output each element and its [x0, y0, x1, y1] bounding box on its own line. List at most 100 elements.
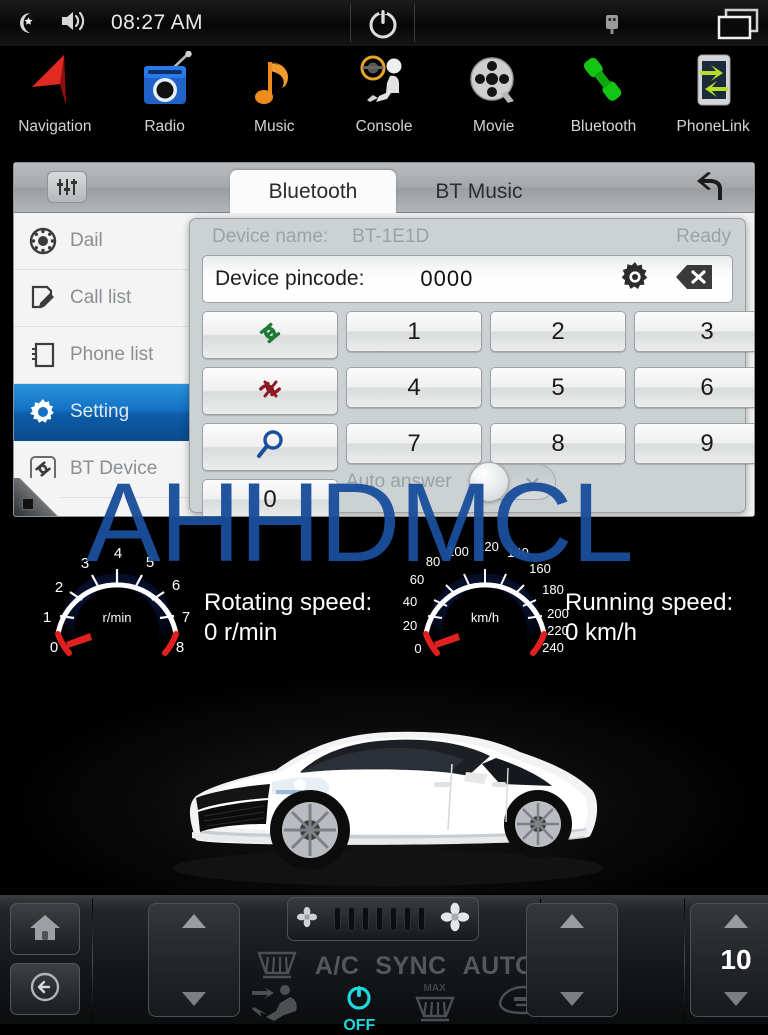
sync-button[interactable]: SYNC [375, 952, 446, 981]
airflow-icon[interactable] [250, 983, 306, 1028]
tab-label: Bluetooth [268, 179, 358, 203]
status-badge: Ready [676, 226, 731, 247]
back-circle-icon [28, 971, 62, 1008]
key-4[interactable]: 4 [346, 367, 482, 408]
app-console[interactable]: Console [329, 46, 439, 156]
fan-small-icon[interactable] [296, 906, 318, 933]
fan-level[interactable] [347, 907, 355, 931]
sidebar-item-setting[interactable]: Setting [14, 384, 194, 441]
sidebar-item-label: Setting [70, 401, 130, 422]
right-temp-rocker[interactable] [526, 903, 618, 1017]
sidebar-item-dail[interactable]: Dail [14, 213, 194, 270]
svg-text:60: 60 [410, 572, 424, 587]
app-navigation[interactable]: Navigation [0, 46, 110, 156]
music-note-icon [239, 50, 309, 112]
fan-level[interactable] [375, 907, 383, 931]
key-6[interactable]: 6 [634, 367, 754, 408]
fan-speed-bar[interactable] [287, 897, 479, 941]
sidebar-item-label: Dail [70, 230, 103, 251]
app-label: Navigation [18, 118, 92, 135]
sidebar-item-phone-list[interactable]: Phone list [14, 327, 194, 384]
app-movie[interactable]: Movie [439, 46, 549, 156]
svg-text:0: 0 [414, 641, 421, 656]
disconnect-button[interactable] [202, 367, 338, 415]
chevron-down-icon[interactable] [182, 992, 206, 1006]
fan-level-indicators[interactable] [333, 907, 425, 931]
power-icon[interactable] [362, 4, 404, 49]
search-button[interactable] [202, 423, 338, 471]
back-button[interactable] [10, 963, 80, 1015]
fan-large-icon[interactable] [440, 902, 470, 937]
device-name-label: Device name: [212, 226, 329, 247]
speedo-unit-label: km/h [471, 610, 499, 625]
backspace-icon[interactable] [674, 263, 714, 296]
running-speed-readout: Running speed: 0 km/h [565, 588, 733, 648]
app-music[interactable]: Music [219, 46, 329, 156]
back-arrow-icon[interactable] [692, 172, 734, 209]
fan-level[interactable] [389, 907, 397, 931]
rotating-speed-readout: Rotating speed: 0 r/min [204, 588, 372, 648]
key-1[interactable]: 1 [346, 311, 482, 352]
toggle-knob [468, 462, 509, 502]
svg-text:20: 20 [403, 618, 417, 633]
temperature-stepper[interactable]: 10 [690, 903, 768, 1017]
key-7[interactable]: 7 [346, 423, 482, 464]
fan-level[interactable] [333, 907, 341, 931]
bluetooth-panel: Bluetooth BT Music Dail Call list Phone … [13, 162, 755, 517]
volume-icon[interactable] [59, 8, 89, 39]
app-radio[interactable]: Radio [110, 46, 220, 156]
key-0[interactable]: 0 [202, 479, 338, 516]
ac-button[interactable]: A/C [315, 952, 360, 981]
sidebar-item-label: Phone list [70, 344, 154, 365]
svg-text:6: 6 [172, 577, 180, 594]
app-label: Music [254, 118, 295, 135]
chevron-up-icon[interactable] [560, 914, 584, 928]
device-name-value: BT-1E1D [352, 226, 430, 247]
sidebar-item-label: Call list [70, 287, 132, 308]
chevron-up-icon[interactable] [724, 914, 748, 928]
power-button[interactable]: OFF [343, 983, 375, 1035]
chevron-up-icon[interactable] [182, 914, 206, 928]
key-3[interactable]: 3 [634, 311, 754, 352]
key-9[interactable]: 9 [634, 423, 754, 464]
chevron-down-icon[interactable] [560, 992, 584, 1006]
app-bluetooth[interactable]: Bluetooth [549, 46, 659, 156]
gear-icon[interactable] [618, 260, 652, 299]
temperature-value: 10 [720, 944, 752, 975]
svg-text:140: 140 [507, 545, 529, 560]
window-icon[interactable] [716, 8, 760, 45]
app-label: Movie [473, 118, 515, 135]
sidebar-item-call-list[interactable]: Call list [14, 270, 194, 327]
key-5[interactable]: 5 [490, 367, 626, 408]
rotating-speed-label: Rotating speed: [204, 589, 373, 616]
connect-button[interactable] [202, 311, 338, 359]
app-phonelink[interactable]: PhoneLink [658, 46, 768, 156]
auto-answer-label: Auto answer [346, 471, 452, 492]
svg-text:5: 5 [146, 554, 154, 571]
chevron-down-icon[interactable] [724, 992, 748, 1006]
max-defrost-icon[interactable]: MAX [413, 983, 457, 1024]
fan-level[interactable] [361, 907, 369, 931]
pincode-value[interactable]: 0000 [420, 266, 473, 292]
tab-bt-music[interactable]: BT Music [404, 170, 554, 213]
rear-defrost-icon[interactable] [255, 947, 299, 986]
svg-text:80: 80 [426, 554, 440, 569]
svg-text:100: 100 [447, 544, 469, 559]
key-2[interactable]: 2 [490, 311, 626, 352]
tab-bluetooth[interactable]: Bluetooth [230, 170, 396, 213]
bluetooth-phone-icon [568, 50, 638, 112]
equalizer-icon[interactable] [47, 171, 87, 203]
left-temp-rocker[interactable] [148, 903, 240, 1017]
svg-text:120: 120 [477, 539, 499, 554]
link-break-icon [252, 374, 288, 409]
home-button[interactable] [10, 903, 80, 955]
page-fold-indicator[interactable] [14, 478, 60, 516]
key-8[interactable]: 8 [490, 423, 626, 464]
fan-level[interactable] [417, 907, 425, 931]
usb-icon [601, 9, 623, 42]
auto-answer-toggle[interactable]: ✕ [468, 462, 556, 502]
pincode-row: Device pincode: 0000 [202, 255, 733, 303]
fan-level[interactable] [403, 907, 411, 931]
navigation-arrow-icon [20, 50, 90, 112]
auto-button[interactable]: AUTO [463, 952, 535, 981]
